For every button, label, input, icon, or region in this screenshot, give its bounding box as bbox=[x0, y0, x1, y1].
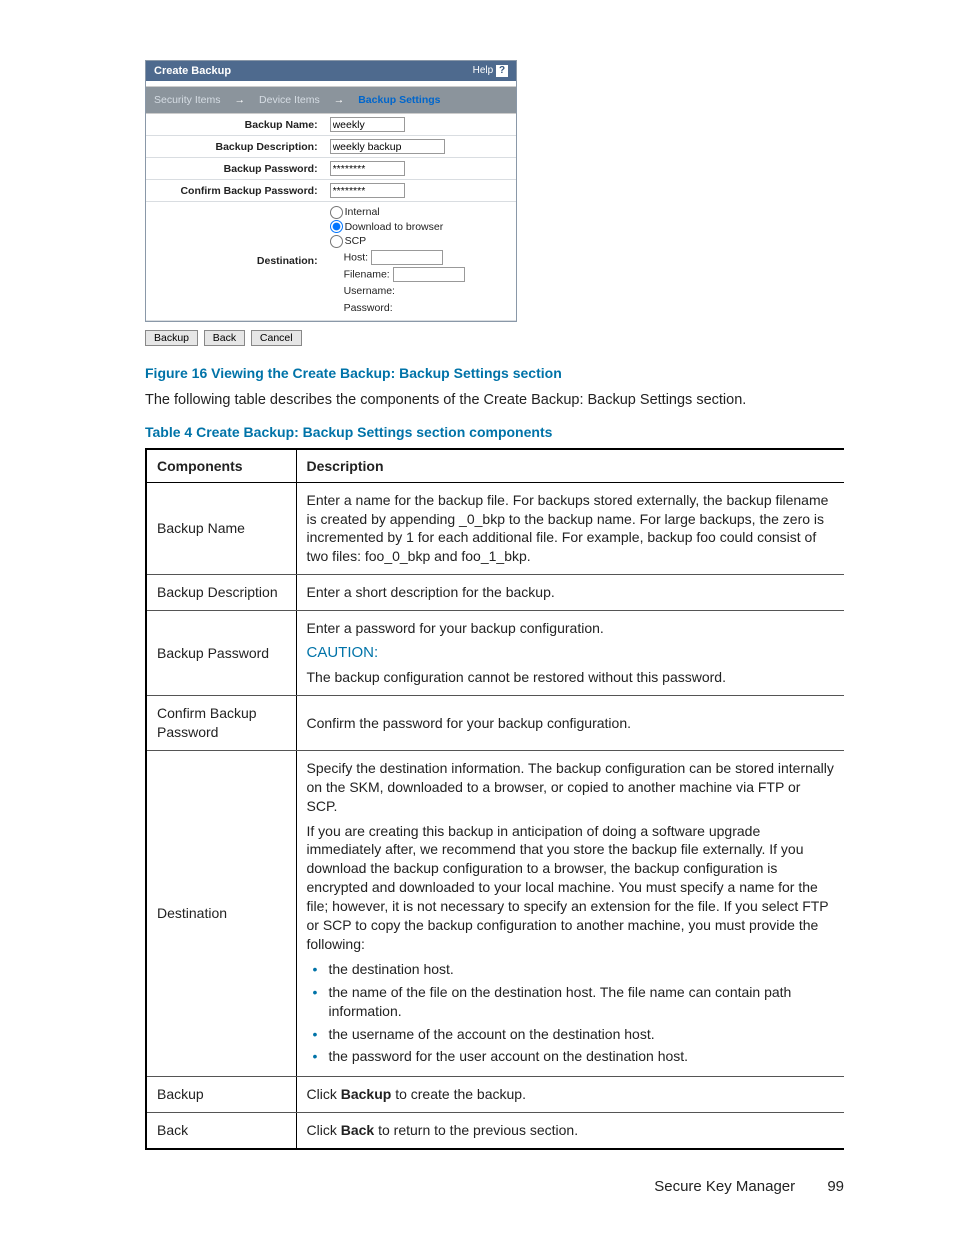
page-number: 99 bbox=[827, 1178, 844, 1195]
table-row: Confirm Backup Password Confirm the pass… bbox=[146, 696, 844, 751]
list-item: the name of the file on the destination … bbox=[307, 981, 835, 1023]
dest-internal-option[interactable]: Internal bbox=[330, 205, 510, 220]
backup-pw-input[interactable] bbox=[330, 161, 405, 176]
cell-description: Enter a name for the backup file. For ba… bbox=[296, 482, 844, 575]
page-footer: Secure Key Manager 99 bbox=[654, 1178, 844, 1195]
cell-description: Click Backup to create the backup. bbox=[296, 1077, 844, 1113]
back-button[interactable]: Back bbox=[204, 330, 245, 346]
table-row: Backup Name Enter a name for the backup … bbox=[146, 482, 844, 575]
table-row: Backup Click Backup to create the backup… bbox=[146, 1077, 844, 1113]
backup-cpw-input[interactable] bbox=[330, 183, 405, 198]
cell-description: Enter a short description for the backup… bbox=[296, 575, 844, 611]
backup-name-input[interactable] bbox=[330, 117, 405, 132]
cell-component: Backup Name bbox=[146, 482, 296, 575]
dest-scp-option[interactable]: SCP bbox=[330, 234, 510, 249]
footer-title: Secure Key Manager bbox=[654, 1178, 795, 1195]
wizard-steps: Security Items → Device Items → Backup S… bbox=[146, 86, 516, 114]
backup-name-label: Backup Name: bbox=[146, 114, 324, 136]
table-row: Backup Description Enter a short descrip… bbox=[146, 575, 844, 611]
cell-component: Backup bbox=[146, 1077, 296, 1113]
wizard-step-security[interactable]: Security Items bbox=[154, 94, 221, 106]
intro-text: The following table describes the compon… bbox=[145, 391, 844, 410]
list-item: the username of the account on the desti… bbox=[307, 1023, 835, 1046]
dest-internal-radio[interactable] bbox=[330, 206, 343, 219]
cell-component: Backup Password bbox=[146, 611, 296, 696]
dest-download-radio[interactable] bbox=[330, 220, 343, 233]
list-item: the password for the user account on the… bbox=[307, 1045, 835, 1068]
scp-host-input[interactable] bbox=[371, 250, 443, 265]
th-components: Components bbox=[146, 449, 296, 483]
arrow-icon: → bbox=[235, 94, 246, 106]
cell-description: Confirm the password for your backup con… bbox=[296, 696, 844, 751]
table-row: Back Click Back to return to the previou… bbox=[146, 1113, 844, 1149]
components-table: Components Description Backup Name Enter… bbox=[145, 448, 844, 1150]
cell-description: Specify the destination information. The… bbox=[296, 750, 844, 1076]
backup-desc-input[interactable] bbox=[330, 139, 445, 154]
table-row: Backup Password Enter a password for you… bbox=[146, 611, 844, 696]
backup-desc-label: Backup Description: bbox=[146, 136, 324, 158]
button-row: Backup Back Cancel bbox=[145, 326, 844, 349]
cancel-button[interactable]: Cancel bbox=[251, 330, 302, 346]
panel-title: Create Backup bbox=[154, 65, 231, 77]
scp-username-label: Username: bbox=[344, 285, 395, 297]
wizard-step-device[interactable]: Device Items bbox=[259, 94, 320, 106]
scp-filename-input[interactable] bbox=[393, 267, 465, 282]
table-row: Destination Specify the destination info… bbox=[146, 750, 844, 1076]
table-caption: Table 4 Create Backup: Backup Settings s… bbox=[145, 424, 844, 440]
backup-pw-label: Backup Password: bbox=[146, 158, 324, 180]
scp-password-label: Password: bbox=[344, 302, 393, 314]
backup-cpw-label: Confirm Backup Password: bbox=[146, 180, 324, 202]
list-item: the destination host. bbox=[307, 958, 835, 981]
scp-filename-label: Filename: bbox=[344, 269, 390, 281]
caution-label: CAUTION: bbox=[307, 638, 835, 668]
destination-bullets: the destination host. the name of the fi… bbox=[307, 958, 835, 1068]
scp-host-label: Host: bbox=[344, 252, 369, 264]
destination-label: Destination: bbox=[146, 202, 324, 321]
cell-component: Back bbox=[146, 1113, 296, 1149]
create-backup-panel: Create Backup Help ? Security Items → De… bbox=[145, 60, 517, 322]
backup-form: Backup Name: Backup Description: Backup … bbox=[146, 114, 516, 321]
cell-component: Backup Description bbox=[146, 575, 296, 611]
cell-component: Destination bbox=[146, 750, 296, 1076]
cell-description: Click Back to return to the previous sec… bbox=[296, 1113, 844, 1149]
cell-description: Enter a password for your backup configu… bbox=[296, 611, 844, 696]
wizard-step-backup-settings[interactable]: Backup Settings bbox=[358, 94, 440, 106]
th-description: Description bbox=[296, 449, 844, 483]
help-link[interactable]: Help ? bbox=[473, 65, 508, 77]
cell-component: Confirm Backup Password bbox=[146, 696, 296, 751]
arrow-icon: → bbox=[334, 94, 345, 106]
dest-scp-radio[interactable] bbox=[330, 235, 343, 248]
backup-button[interactable]: Backup bbox=[145, 330, 198, 346]
help-icon: ? bbox=[496, 65, 508, 77]
dest-download-option[interactable]: Download to browser bbox=[330, 220, 510, 235]
panel-header: Create Backup Help ? bbox=[146, 61, 516, 81]
figure-caption: Figure 16 Viewing the Create Backup: Bac… bbox=[145, 365, 844, 381]
